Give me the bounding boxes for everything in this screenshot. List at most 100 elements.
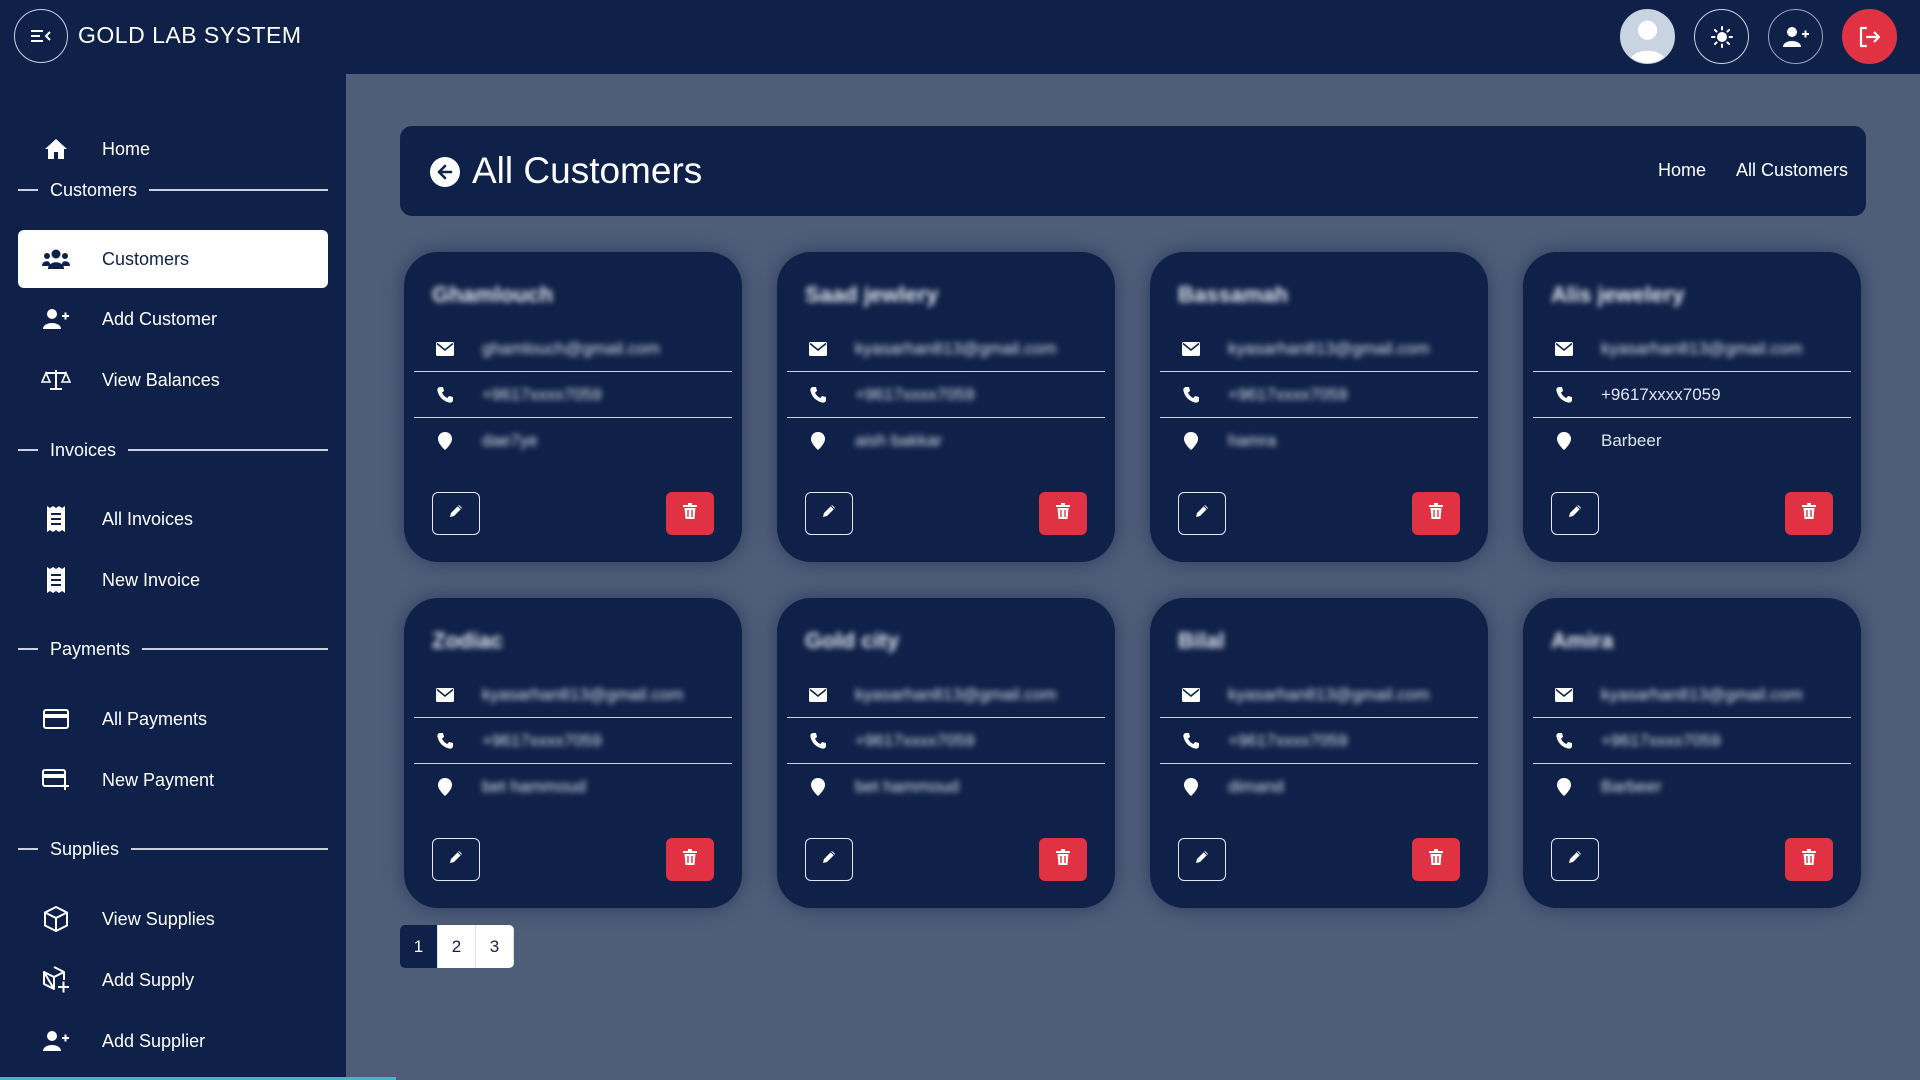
pencil-icon (1194, 503, 1210, 524)
customer-address-row: bet hammoud (787, 764, 1105, 810)
customer-phone: +9617xxxx7059 (1228, 384, 1348, 404)
edit-customer-button[interactable] (805, 838, 853, 881)
customer-address-row: hamra (1160, 418, 1478, 464)
envelope-icon (803, 341, 833, 356)
sidebar-item-home[interactable]: Home (18, 120, 328, 178)
customer-phone: +9617xxxx7059 (1601, 384, 1721, 404)
card-plus-icon (38, 765, 74, 795)
customer-email-row: kyasarhan813@gmail.com (1533, 326, 1851, 372)
customer-phone: +9617xxxx7059 (482, 730, 602, 750)
sidebar: Home Customers Customers Add Customer Vi… (0, 74, 396, 1080)
sidebar-item-add-supplier[interactable]: Add Supplier (18, 1012, 328, 1070)
pagination: 1 2 3 (400, 925, 514, 968)
sidebar-item-add-customer[interactable]: Add Customer (18, 290, 328, 348)
customer-name: Alis jewelery (1551, 282, 1685, 307)
user-plus-icon (1782, 26, 1809, 47)
breadcrumb-home[interactable]: Home (1658, 160, 1706, 181)
back-button[interactable] (430, 157, 460, 187)
sidebar-item-all-payments[interactable]: All Payments (18, 690, 328, 748)
sidebar-item-label: Add Supply (102, 969, 195, 990)
section-invoices: Invoices (18, 438, 328, 462)
users-icon (38, 244, 74, 274)
delete-customer-button[interactable] (666, 492, 714, 535)
customer-address-row: bet hammoud (414, 764, 732, 810)
sidebar-item-new-payment[interactable]: New Payment (18, 751, 328, 809)
delete-customer-button[interactable] (1785, 492, 1833, 535)
customer-address: Barbeer (1601, 777, 1662, 796)
section-label: Supplies (50, 838, 120, 859)
customer-phone: +9617xxxx7059 (855, 384, 975, 404)
customer-email-row: kyasarhan813@gmail.com (787, 326, 1105, 372)
customer-email-row: ghamlouch@gmail.com (414, 326, 732, 372)
section-supplies: Supplies (18, 837, 328, 861)
app-title: GOLD LAB SYSTEM (78, 22, 302, 48)
edit-customer-button[interactable] (805, 492, 853, 535)
customer-address: aish bakkar (855, 431, 942, 450)
sidebar-item-view-balances[interactable]: View Balances (18, 351, 328, 409)
page-button-1[interactable]: 1 (400, 925, 438, 968)
trash-icon (1056, 503, 1070, 524)
customer-phone: +9617xxxx7059 (482, 384, 602, 404)
page-header: All Customers Home All Customers (400, 126, 1866, 216)
map-pin-icon (430, 778, 460, 796)
sidebar-item-add-supply[interactable]: Add Supply (18, 951, 328, 1009)
edit-customer-button[interactable] (1551, 492, 1599, 535)
phone-icon (1549, 732, 1579, 750)
user-avatar[interactable] (1620, 9, 1675, 64)
map-pin-icon (1176, 778, 1206, 796)
page-button-2[interactable]: 2 (438, 925, 476, 968)
sidebar-item-label: Add Supplier (102, 1030, 206, 1051)
map-pin-icon (430, 432, 460, 450)
customer-phone-row: +9617xxxx7059 (787, 718, 1105, 764)
logout-button[interactable] (1842, 9, 1897, 64)
delete-customer-button[interactable] (1039, 492, 1087, 535)
phone-icon (430, 732, 460, 750)
customer-address-row: Barbeer (1533, 418, 1851, 464)
delete-customer-button[interactable] (1039, 838, 1087, 881)
customer-email: kyasarhan813@gmail.com (1228, 684, 1430, 704)
customer-address: hamra (1228, 431, 1277, 450)
delete-customer-button[interactable] (666, 838, 714, 881)
customer-address: dae7ye (482, 431, 538, 450)
customer-email: kyasarhan813@gmail.com (855, 684, 1057, 704)
customer-email: kyasarhan813@gmail.com (855, 338, 1057, 358)
customer-phone-row: +9617xxxx7059 (1533, 372, 1851, 418)
credit-card-icon (38, 704, 74, 734)
menu-collapse-icon (31, 30, 51, 42)
customer-phone-row: +9617xxxx7059 (1160, 718, 1478, 764)
page-button-3[interactable]: 3 (476, 925, 514, 968)
theme-toggle-button[interactable] (1694, 9, 1749, 64)
sidebar-item-label: Home (102, 138, 151, 159)
section-label: Customers (50, 179, 138, 200)
edit-customer-button[interactable] (432, 838, 480, 881)
customer-address: bet hammoud (482, 777, 586, 796)
map-pin-icon (1549, 432, 1579, 450)
box-icon (38, 904, 74, 934)
user-plus-icon (38, 304, 74, 334)
menu-collapse-button[interactable] (14, 9, 68, 63)
customer-email: ghamlouch@gmail.com (482, 338, 660, 358)
sidebar-item-customers[interactable]: Customers (18, 230, 328, 288)
sidebar-item-all-invoices[interactable]: All Invoices (18, 490, 328, 548)
home-icon (38, 134, 74, 164)
pencil-icon (1567, 503, 1583, 524)
customer-email: kyasarhan813@gmail.com (1601, 338, 1803, 358)
sidebar-item-view-supplies[interactable]: View Supplies (18, 890, 328, 948)
pencil-icon (1567, 849, 1583, 870)
delete-customer-button[interactable] (1412, 492, 1460, 535)
customer-phone: +9617xxxx7059 (855, 730, 975, 750)
edit-customer-button[interactable] (432, 492, 480, 535)
edit-customer-button[interactable] (1551, 838, 1599, 881)
delete-customer-button[interactable] (1412, 838, 1460, 881)
add-user-button[interactable] (1768, 9, 1823, 64)
customer-card: Amira kyasarhan813@gmail.com +9617xxxx7059… (1523, 598, 1861, 908)
customer-email-row: kyasarhan813@gmail.com (1533, 672, 1851, 718)
sidebar-item-label: All Invoices (102, 508, 194, 529)
sidebar-item-new-invoice[interactable]: New Invoice (18, 551, 328, 609)
customer-email-row: kyasarhan813@gmail.com (787, 672, 1105, 718)
user-avatar-icon (1621, 10, 1674, 63)
phone-icon (1176, 732, 1206, 750)
edit-customer-button[interactable] (1178, 838, 1226, 881)
delete-customer-button[interactable] (1785, 838, 1833, 881)
edit-customer-button[interactable] (1178, 492, 1226, 535)
